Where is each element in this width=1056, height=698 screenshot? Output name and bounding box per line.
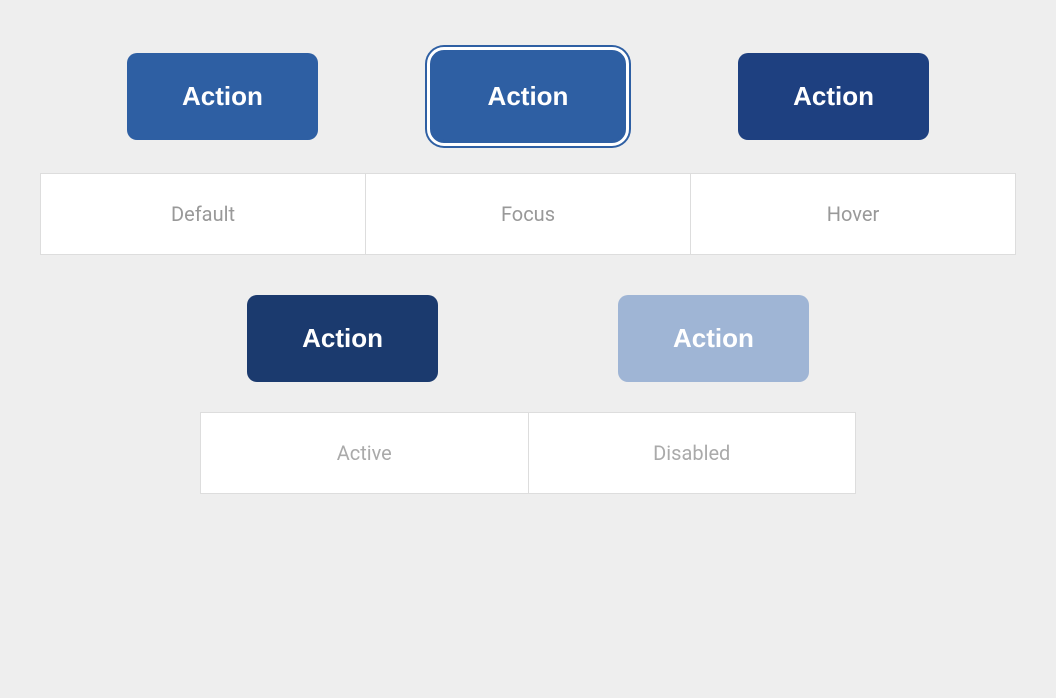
disabled-label: Disabled (528, 412, 857, 494)
bottom-labels-row: Active Disabled (0, 412, 1056, 494)
main-container: Action Action Action Default Focus Hover… (0, 0, 1056, 698)
hover-button[interactable]: Action (738, 53, 929, 140)
disabled-button: Action (618, 295, 809, 382)
active-button[interactable]: Action (247, 295, 438, 382)
top-row: Action Action Action (0, 0, 1056, 143)
focus-label: Focus (365, 173, 690, 255)
bottom-row: Action Action (0, 295, 1056, 382)
active-label: Active (200, 412, 528, 494)
hover-label: Hover (690, 173, 1016, 255)
default-button[interactable]: Action (127, 53, 318, 140)
default-label: Default (40, 173, 365, 255)
labels-row: Default Focus Hover (0, 173, 1056, 255)
focus-button[interactable]: Action (430, 50, 627, 143)
